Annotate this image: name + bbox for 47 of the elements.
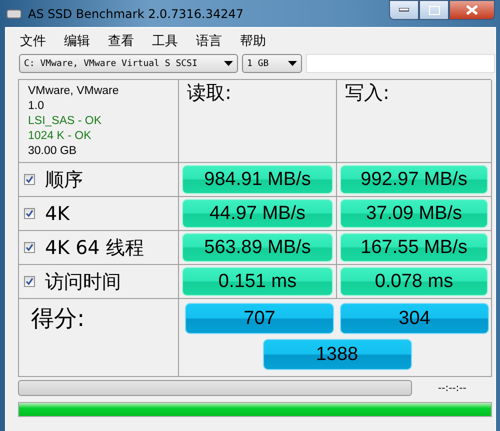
caret-icon — [288, 61, 297, 66]
menu-item[interactable]: 工具 — [152, 32, 196, 52]
menu-item[interactable]: 编辑 — [64, 32, 108, 52]
result-value: 0.078 ms — [340, 267, 488, 296]
checkbox[interactable] — [24, 276, 35, 287]
close-icon — [466, 5, 478, 15]
test-label: 顺序 — [45, 168, 83, 192]
text-field[interactable] — [306, 54, 495, 73]
test-label: 4K 64 线程 — [45, 236, 144, 260]
result-value: 992.97 MB/s — [340, 165, 488, 194]
checkbox[interactable] — [24, 242, 35, 253]
minimize-icon — [399, 8, 409, 12]
drive-info-text: LSI_SAS - OK — [28, 114, 103, 129]
elapsed-time: --:--:-- — [438, 382, 466, 394]
column-header: 读取: — [186, 81, 232, 104]
drive-info-text: 30.00 GB — [28, 144, 78, 159]
menu-item[interactable]: 语言 — [196, 32, 240, 52]
drive-info-text: 1.0 — [28, 99, 45, 114]
size-dropdown[interactable]: 1 GB — [242, 54, 302, 73]
result-value: 984.91 MB/s — [182, 165, 333, 194]
result-value: 167.55 MB/s — [340, 233, 488, 262]
menu-item[interactable]: 帮助 — [240, 32, 284, 52]
maximize-icon — [428, 6, 440, 14]
score-value: 304 — [340, 303, 489, 334]
result-value: 44.97 MB/s — [182, 199, 333, 228]
checkbox[interactable] — [24, 174, 35, 185]
maximize-button[interactable] — [419, 0, 449, 20]
result-value: 0.151 ms — [182, 267, 333, 296]
test-label: 访问时间 — [45, 270, 121, 294]
caret-icon — [224, 61, 233, 66]
column-header: 写入: — [344, 81, 390, 104]
score-value: 1388 — [262, 339, 412, 370]
menu-item[interactable]: 文件 — [20, 32, 64, 52]
close-button[interactable] — [449, 0, 495, 20]
result-value: 563.89 MB/s — [182, 233, 333, 262]
test-label: 4K — [45, 202, 70, 224]
score-label: 得分: — [31, 306, 85, 332]
drive-icon — [6, 8, 22, 20]
menu-item[interactable]: 查看 — [108, 32, 152, 52]
drive-dropdown[interactable]: C: VMware, VMware Virtual S SCSI — [19, 54, 238, 73]
drive-info-text: 1024 K - OK — [28, 129, 92, 144]
minimize-button[interactable] — [389, 0, 419, 20]
score-value: 707 — [185, 303, 334, 334]
result-value: 37.09 MB/s — [340, 199, 488, 228]
window-title: AS SSD Benchmark 2.0.7316.34247 — [28, 6, 244, 20]
drive-info-text: VMware, VMware — [28, 84, 120, 99]
checkbox[interactable] — [24, 208, 35, 219]
